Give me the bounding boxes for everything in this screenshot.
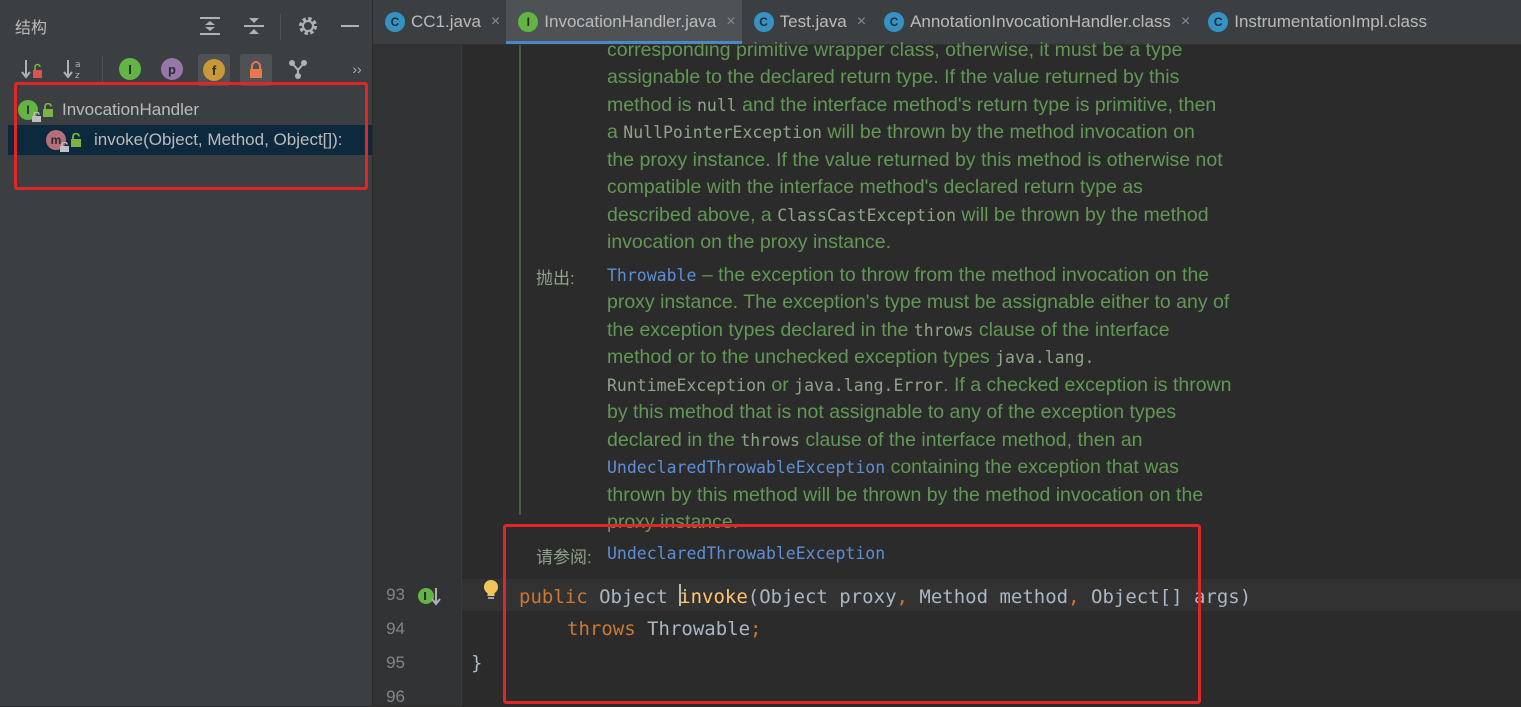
doc-line: compatible with the interface method's d… <box>607 176 1143 198</box>
tab-cc1-java[interactable]: C CC1.java × <box>373 0 506 44</box>
show-lambdas-icon[interactable] <box>286 57 310 81</box>
tree-method-row[interactable]: m invoke(Object, Method, Object[]): <box>8 125 372 155</box>
throws-label: 抛出: <box>536 269 575 288</box>
toolbar-separator <box>102 56 103 82</box>
doc-line: declared in the throws clause of the int… <box>607 429 1143 451</box>
doc-comment-bar <box>519 45 521 515</box>
expand-all-icon[interactable] <box>198 14 222 38</box>
tree-method-label: invoke(Object, Method, Object[]): <box>94 130 343 149</box>
doc-line: RuntimeException or java.lang.Error. If … <box>607 374 1232 396</box>
code-line-94: throws Throwable; <box>567 618 762 640</box>
interface-icon: I <box>18 100 41 122</box>
panel-title: 结构 <box>15 20 48 37</box>
doc-line: corresponding primitive wrapper class, o… <box>607 39 1183 61</box>
code-line-95: } <box>471 652 483 674</box>
show-non-public-icon[interactable] <box>240 54 272 86</box>
tree-root-label: InvocationHandler <box>62 100 200 119</box>
collapse-all-icon[interactable] <box>242 14 266 38</box>
svg-text:z: z <box>75 71 80 81</box>
line-number: 95 <box>386 653 405 672</box>
doc-line: proxy instance. The exception's type mus… <box>607 291 1230 313</box>
doc-line: method is null and the interface method'… <box>607 94 1217 116</box>
throwable-link[interactable]: Throwable <box>607 266 696 285</box>
show-inherited-icon[interactable]: I <box>118 57 142 81</box>
structure-panel: 结构 az I p f ›› I InvocationHandler m inv… <box>0 0 372 706</box>
lightbulb-icon[interactable] <box>482 579 500 608</box>
doc-line: UndeclaredThrowableException <box>607 540 885 568</box>
interface-icon: I <box>518 12 539 32</box>
doc-line: the exception types declared in the thro… <box>607 319 1170 341</box>
toolbar-separator <box>280 14 281 40</box>
doc-line: Throwable – the exception to throw from … <box>607 264 1210 286</box>
code-line-93: public Object invoke(Object proxy, Metho… <box>519 584 1252 608</box>
line-number: 96 <box>386 687 405 706</box>
doc-line: UndeclaredThrowableException containing … <box>607 456 1179 478</box>
sort-by-visibility-icon[interactable] <box>20 57 44 81</box>
doc-line: proxy instance. <box>607 511 739 533</box>
code-editor[interactable]: corresponding primitive wrapper class, o… <box>373 39 1521 706</box>
doc-line: method or to the unchecked exception typ… <box>607 346 1095 368</box>
svg-text:a: a <box>75 60 81 70</box>
gear-icon[interactable] <box>296 14 320 38</box>
class-icon: C <box>1208 12 1229 32</box>
class-icon: C <box>753 12 774 32</box>
doc-line: the proxy instance. If the value returne… <box>607 149 1223 171</box>
doc-line: described above, a ClassCastException wi… <box>607 204 1209 226</box>
more-options-icon[interactable]: ›› <box>345 57 369 81</box>
class-icon: C <box>884 12 905 32</box>
minimize-icon[interactable] <box>338 14 362 38</box>
method-icon: m <box>46 130 69 152</box>
tree-root-row[interactable]: I InvocationHandler <box>8 95 372 125</box>
close-icon[interactable]: × <box>1181 13 1190 31</box>
structure-tree: I InvocationHandler m invoke(Object, Met… <box>8 95 372 155</box>
see-also-link[interactable]: UndeclaredThrowableException <box>607 544 885 563</box>
show-properties-icon[interactable]: p <box>160 57 184 81</box>
doc-line: thrown by this method will be thrown by … <box>607 484 1204 506</box>
tab-instrumentationimpl-class[interactable]: C InstrumentationImpl.class <box>1196 0 1433 44</box>
close-icon[interactable]: × <box>491 13 500 31</box>
line-number: 94 <box>386 619 405 638</box>
svg-text:I: I <box>423 590 427 603</box>
show-fields-icon[interactable]: f <box>198 54 230 86</box>
public-access-icon <box>71 133 81 147</box>
see-also-label: 请参阅: <box>536 548 592 567</box>
public-access-icon <box>43 103 53 117</box>
close-icon[interactable]: × <box>857 13 866 31</box>
doc-line: by this method that is not assignable to… <box>607 401 1177 423</box>
undeclared-throwable-link[interactable]: UndeclaredThrowableException <box>607 458 885 477</box>
doc-line: assignable to the declared return type. … <box>607 66 1180 88</box>
line-number: 93 <box>386 585 405 604</box>
doc-line: a NullPointerException will be thrown by… <box>607 121 1195 143</box>
sort-alphabetically-icon[interactable]: az <box>62 57 86 81</box>
class-icon: C <box>385 12 405 32</box>
implementations-gutter-icon[interactable]: I <box>417 585 443 612</box>
doc-line: invocation on the proxy instance. <box>607 231 892 253</box>
close-icon[interactable]: × <box>726 13 735 31</box>
